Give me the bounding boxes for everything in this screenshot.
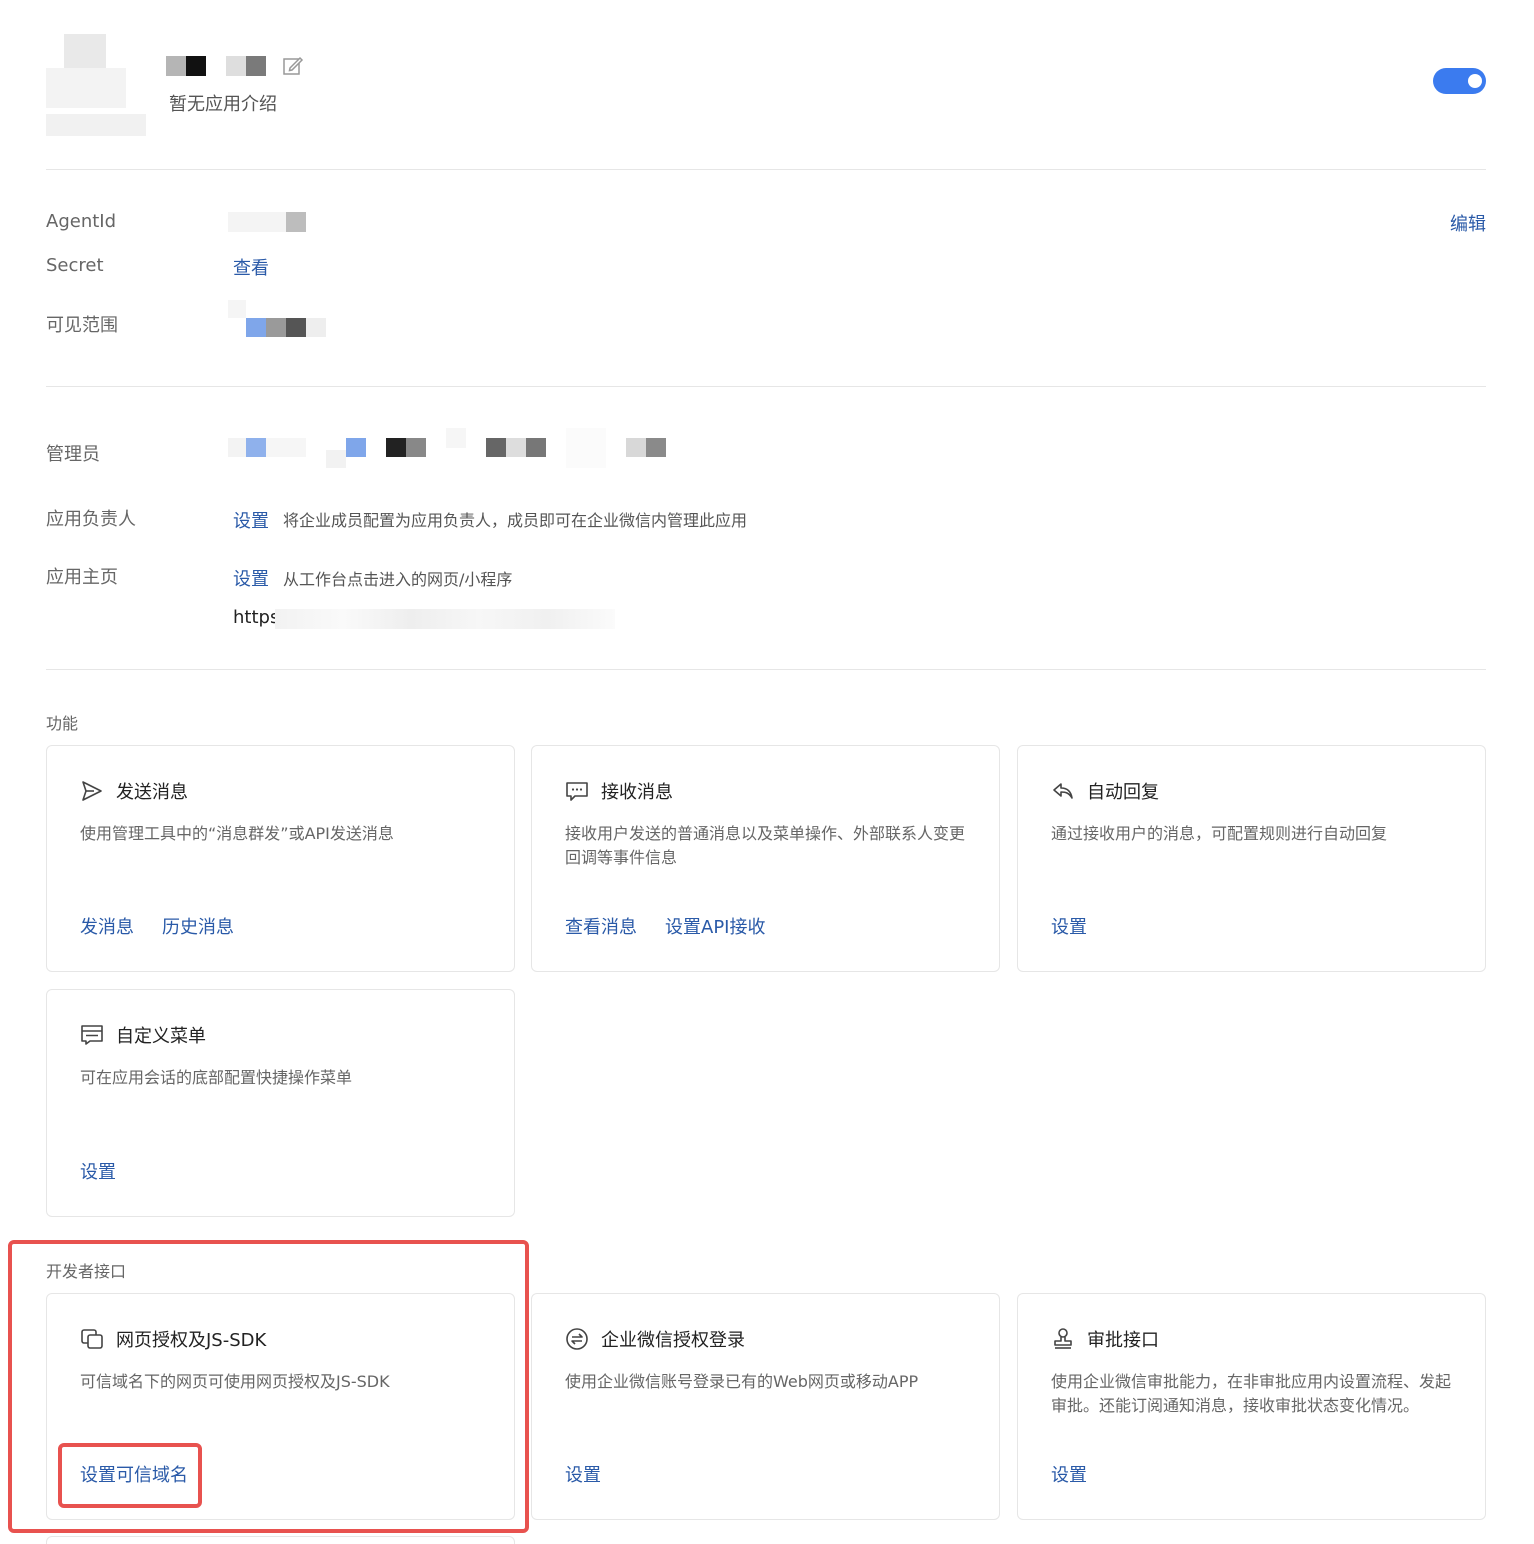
card-title: 发送消息 [116,782,188,803]
card-description: 使用企业微信审批能力，在非审批应用内设置流程、发起审批。还能订阅通知消息，接收审… [1051,1372,1452,1415]
homepage-set-link[interactable]: 设置 [233,565,269,591]
approval-api-set-link[interactable]: 设置 [1051,1461,1087,1487]
divider [46,169,1486,170]
app-description: 暂无应用介绍 [169,94,277,115]
card-auto-reply: 自动回复 通过接收用户的消息，可配置规则进行自动回复 设置 [1017,745,1486,972]
stamp-icon [1054,1328,1072,1349]
admin-label: 管理员 [46,444,100,465]
history-message-link[interactable]: 历史消息 [162,913,234,939]
toggle-knob [1468,74,1482,88]
chat-bubble-icon [566,782,588,801]
view-message-link[interactable]: 查看消息 [565,913,637,939]
set-api-receive-link[interactable]: 设置API接收 [665,913,765,939]
secret-label: Secret [46,255,104,276]
scope-value-redacted [228,300,326,337]
agentid-label: AgentId [46,211,117,232]
divider [46,386,1486,387]
app-enable-toggle[interactable] [1433,68,1486,94]
card-partial [46,1536,515,1544]
menu-icon [81,1025,103,1045]
wecom-login-set-link[interactable]: 设置 [565,1461,601,1487]
send-message-link[interactable]: 发消息 [80,913,134,939]
card-description: 使用企业微信账号登录已有的Web网页或移动APP [565,1372,919,1391]
app-name-redacted [166,56,270,76]
set-trusted-domain-link[interactable]: 设置可信域名 [80,1461,188,1487]
card-title: 自定义菜单 [116,1026,206,1047]
card-description: 接收用户发送的普通消息以及菜单操作、外部联系人变更回调等事件信息 [565,824,966,867]
card-receive-message: 接收消息 接收用户发送的普通消息以及菜单操作、外部联系人变更回调等事件信息 查看… [531,745,1000,972]
card-description: 可在应用会话的底部配置快捷操作菜单 [80,1068,353,1087]
card-description: 通过接收用户的消息，可配置规则进行自动回复 [1051,824,1388,843]
owner-set-link[interactable]: 设置 [233,507,269,533]
owner-label: 应用负责人 [46,509,136,530]
divider [46,669,1486,670]
edit-icon[interactable] [282,55,304,77]
card-send-message: 发送消息 使用管理工具中的“消息群发”或API发送消息 发消息 历史消息 [46,745,515,972]
copy-window-icon [81,1329,103,1349]
agentid-value-redacted [228,212,306,232]
exchange-icon [566,1328,588,1350]
scope-label: 可见范围 [46,315,118,336]
card-description: 可信域名下的网页可使用网页授权及JS-SDK [80,1372,390,1391]
homepage-description: 从工作台点击进入的网页/小程序 [283,570,513,589]
card-custom-menu: 自定义菜单 可在应用会话的底部配置快捷操作菜单 设置 [46,989,515,1217]
card-title: 审批接口 [1087,1330,1159,1351]
card-web-auth-jssdk: 网页授权及JS-SDK 可信域名下的网页可使用网页授权及JS-SDK 设置可信域… [46,1293,515,1520]
card-wecom-auth-login: 企业微信授权登录 使用企业微信账号登录已有的Web网页或移动APP 设置 [531,1293,1000,1520]
developer-section-title: 开发者接口 [46,1262,127,1281]
homepage-url-redacted [275,609,615,629]
secret-view-link[interactable]: 查看 [233,254,269,280]
send-icon [82,781,102,801]
card-title: 接收消息 [601,782,673,803]
homepage-label: 应用主页 [46,567,118,588]
card-title: 企业微信授权登录 [601,1330,745,1351]
card-title: 网页授权及JS-SDK [116,1330,267,1351]
card-title: 自动回复 [1087,782,1159,803]
features-section-title: 功能 [46,714,79,733]
reply-icon [1053,783,1073,799]
edit-link[interactable]: 编辑 [1450,210,1486,236]
homepage-url: https: [233,607,623,631]
owner-description: 将企业成员配置为应用负责人，成员即可在企业微信内管理此应用 [283,511,748,530]
custom-menu-set-link[interactable]: 设置 [80,1158,116,1184]
card-description: 使用管理工具中的“消息群发”或API发送消息 [80,824,394,843]
card-approval-api: 审批接口 使用企业微信审批能力，在非审批应用内设置流程、发起审批。还能订阅通知消… [1017,1293,1486,1520]
admin-list-redacted [228,428,668,472]
app-icon-redacted [46,34,146,136]
auto-reply-set-link[interactable]: 设置 [1051,913,1087,939]
